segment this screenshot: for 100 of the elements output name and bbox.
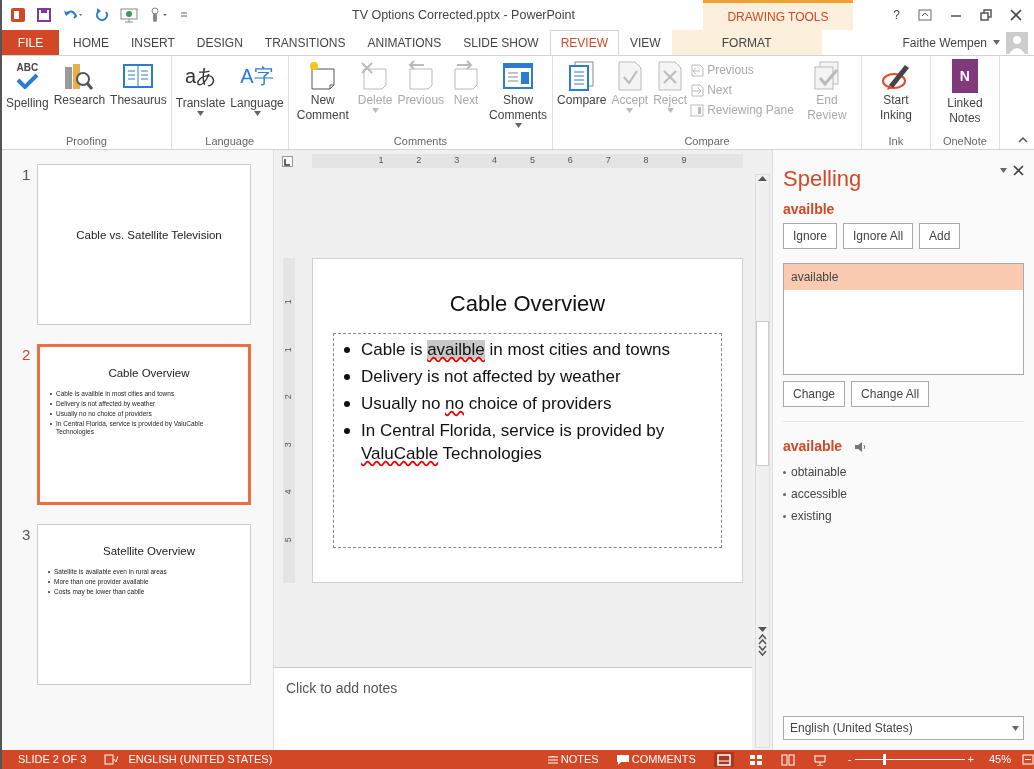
normal-view-icon xyxy=(716,753,731,766)
ribbon-command[interactable]: ABC Spelling xyxy=(4,59,51,133)
collapse-ribbon-icon[interactable] xyxy=(1018,136,1028,143)
ribbon-tab[interactable]: VIEW xyxy=(618,30,672,55)
caret-icon[interactable] xyxy=(253,111,261,116)
redo-icon[interactable] xyxy=(94,7,110,23)
ribbon-tab[interactable]: FORMAT xyxy=(671,30,822,55)
ribbon-command[interactable]: Show Comments xyxy=(486,59,551,133)
ribbon-tab[interactable]: TRANSITIONS xyxy=(253,30,357,55)
help-button[interactable]: ? xyxy=(893,6,900,24)
language-dropdown[interactable]: English (United States) xyxy=(783,716,1024,740)
view-button[interactable] xyxy=(713,752,734,767)
text-placeholder[interactable]: Cable is availble in most cities and towns Delivery is not affected by weather Usually no no choice of providers In Central Florida, service is provided by ValuCable Technologies xyxy=(333,333,722,548)
caret-icon[interactable] xyxy=(993,40,1000,45)
bullet-text: Cable is availble in most cities and towns xyxy=(361,339,670,361)
slideshow-icon[interactable] xyxy=(120,7,138,23)
group-label: OneNote xyxy=(941,134,988,149)
slide-show-icon xyxy=(812,753,827,766)
group-label: Ink xyxy=(887,134,905,149)
close-icon[interactable] xyxy=(1013,165,1024,176)
ribbon-tab[interactable]: INSERT xyxy=(120,30,186,55)
slide-title[interactable]: Cable Overview xyxy=(449,287,606,321)
reading-view-icon xyxy=(780,753,795,766)
language-status[interactable]: ENGLISH (UNITED STATES) xyxy=(128,751,273,768)
bullet-icon xyxy=(344,401,350,407)
zoom-in-button[interactable]: + xyxy=(967,751,974,768)
pane-button[interactable]: Ignore All xyxy=(843,223,914,249)
scroll-down-icon[interactable] xyxy=(757,627,767,633)
group-label: Compare xyxy=(683,134,731,149)
next-slide-icon[interactable] xyxy=(757,645,767,657)
horizontal-ruler[interactable]: 1 2 3 4 5 6 7 8 9 xyxy=(312,154,743,168)
pane-button[interactable]: Ignore xyxy=(783,223,838,249)
tab-stop-selector[interactable] xyxy=(282,156,293,167)
ribbon-tab[interactable]: DESIGN xyxy=(185,30,254,55)
ribbon-tab[interactable]: FILE xyxy=(2,30,59,55)
comments-button[interactable]: COMMENTS xyxy=(616,751,696,768)
ruler-number: 2 xyxy=(416,154,422,168)
ribbon-tab[interactable]: ANIMATIONS xyxy=(356,30,453,55)
ribbon-command[interactable]: New Comment xyxy=(290,59,355,133)
previous-slide-icon[interactable] xyxy=(757,633,767,645)
comment-icon xyxy=(616,754,629,765)
slide-thumbnail[interactable]: Cable vs. Satellite Television xyxy=(37,164,251,325)
synonym: obtainable xyxy=(791,464,847,481)
misspelled-word: availble xyxy=(783,200,836,219)
zoom-level[interactable]: 45% xyxy=(988,751,1011,768)
slide-number: 3 xyxy=(21,525,32,545)
zoom-out-button[interactable]: - xyxy=(847,751,852,768)
touch-mode-icon[interactable] xyxy=(148,7,170,23)
restore-icon[interactable] xyxy=(980,9,992,21)
speaker-icon[interactable] xyxy=(854,441,867,452)
bullet-icon xyxy=(783,492,786,496)
pane-button[interactable]: Change All xyxy=(851,381,930,407)
close-icon[interactable] xyxy=(1010,9,1022,21)
ribbon-command[interactable]: Compare xyxy=(555,59,609,133)
ribbon-command[interactable]: A字 Language xyxy=(228,59,286,133)
notes-placeholder[interactable]: Click to add notes xyxy=(286,680,398,696)
zoom-thumb[interactable] xyxy=(883,754,887,765)
group-label: Language xyxy=(204,134,256,149)
ruler-number: 4 xyxy=(282,489,295,495)
scrollbar[interactable] xyxy=(754,174,770,748)
ruler-number: 5 xyxy=(282,536,295,542)
bullet-text: Delivery is not affected by weather xyxy=(361,366,621,388)
scroll-up-icon[interactable] xyxy=(757,175,767,181)
vertical-ruler[interactable]: 1 1 2 3 4 5 xyxy=(283,258,295,583)
fit-to-window-icon[interactable] xyxy=(1022,754,1034,765)
ribbon-tab[interactable]: SLIDE SHOW xyxy=(452,30,550,55)
ribbon-command[interactable]: aあ Translate xyxy=(173,59,228,133)
pane-options-icon[interactable] xyxy=(1000,168,1007,173)
user-name[interactable]: Faithe Wempen xyxy=(902,33,987,52)
ruler-number: 3 xyxy=(454,154,460,168)
ruler-number: 4 xyxy=(492,154,498,168)
ribbon-command[interactable]: Start Inking xyxy=(863,59,928,133)
group-label: Proofing xyxy=(64,134,108,149)
notes-button[interactable]: NOTES xyxy=(547,751,599,768)
slide-title: Cable Overview xyxy=(107,366,191,381)
pane-button[interactable]: Change xyxy=(783,381,846,407)
reviewing-pane-icon xyxy=(690,103,705,117)
proofing-icon[interactable] xyxy=(104,754,119,765)
bullet-icon xyxy=(344,428,350,434)
ruler-number: 1 xyxy=(378,154,384,168)
ribbon-command[interactable]: N Linked Notes xyxy=(932,59,997,133)
pane-button[interactable]: Add xyxy=(919,223,961,249)
ribbon-command[interactable]: Research xyxy=(51,59,108,133)
slide-sorter-icon xyxy=(748,753,763,766)
caret-icon[interactable] xyxy=(514,123,522,128)
suggestion-item[interactable]: available xyxy=(784,264,1023,290)
translate-icon: aあ xyxy=(183,59,218,93)
spelling-check-icon: ABC xyxy=(10,59,45,93)
save-icon[interactable] xyxy=(36,7,52,23)
ribbon-tab[interactable]: HOME xyxy=(62,30,120,55)
bullet-icon xyxy=(783,514,786,518)
caret-icon[interactable] xyxy=(197,111,205,116)
bullet-text: Usually no no choice of providers xyxy=(361,393,612,415)
suggestion-list[interactable]: available xyxy=(783,263,1024,375)
caret-icon[interactable] xyxy=(1012,725,1019,731)
notebook-icon: N xyxy=(951,59,978,93)
ribbon-command[interactable]: Thesaurus xyxy=(108,59,169,133)
scrollbar-thumb[interactable] xyxy=(755,321,769,466)
ribbon-display-icon[interactable] xyxy=(918,9,932,21)
ribbon-tab[interactable]: REVIEW xyxy=(549,30,619,55)
